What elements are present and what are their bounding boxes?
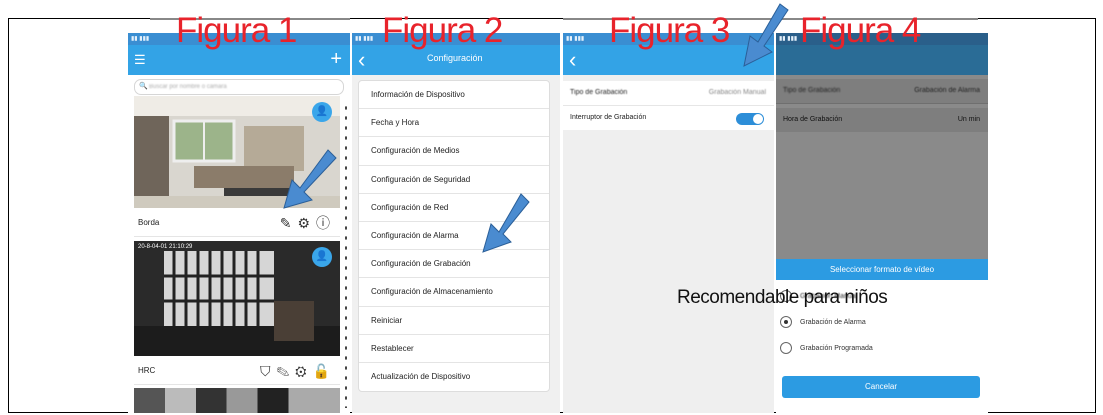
arrow-icon <box>482 193 530 253</box>
camera-thumbnail[interactable] <box>134 388 340 413</box>
shield-icon[interactable]: ⛉ <box>260 363 277 379</box>
camera-name: HRC <box>138 366 156 375</box>
back-icon[interactable]: ‹ <box>569 47 576 73</box>
screen-recording-config: ▮▮ ▮▮▮ ‹ Tipo de Grabación Grabación Man… <box>563 33 774 413</box>
setting-label: Hora de Grabación <box>783 116 843 123</box>
edit-icon[interactable]: ✎ <box>276 363 295 379</box>
camera-user-icon[interactable]: 👤 <box>312 247 332 267</box>
menu-item[interactable]: Configuración de Almacenamiento <box>359 278 549 307</box>
option-label: Grabación Programada <box>800 345 873 352</box>
setting-row[interactable]: Tipo de Grabación Grabación Manual <box>563 81 774 106</box>
screen-camera-list: ▮▮ ▮▮▮ ☰ + 🔍 Buscar por nombre o cámara … <box>128 33 350 413</box>
figure-label: Figura 3 <box>609 11 730 50</box>
arrow-icon <box>283 149 337 209</box>
setting-value: Grabación de Alarma <box>914 87 980 94</box>
setting-row: Interruptor de Grabación <box>563 106 774 130</box>
menu-item[interactable]: Fecha y Hora <box>359 109 549 138</box>
gear-icon[interactable]: ⚙ <box>295 363 312 379</box>
search-placeholder: Buscar por nombre o cámara <box>149 84 227 90</box>
option-alarm[interactable]: Grabación de Alarma <box>780 315 866 331</box>
cancel-button[interactable]: Cancelar <box>782 376 980 398</box>
setting-label: Interruptor de Grabación <box>570 114 647 121</box>
annotation-text: Recomendable para niños <box>677 287 888 308</box>
scroll-indicator[interactable] <box>343 103 349 408</box>
figure-label: Figura 4 <box>800 11 921 50</box>
menu-item[interactable]: Configuración de Medios <box>359 137 549 166</box>
option-label: Grabación de Alarma <box>800 319 866 326</box>
setting-label: Tipo de Grabación <box>570 89 628 96</box>
setting-row[interactable]: Tipo de Grabación Grabación de Alarma <box>776 79 988 104</box>
menu-item[interactable]: Reiniciar <box>359 307 549 335</box>
option-scheduled[interactable]: Grabación Programada <box>780 341 873 357</box>
add-icon[interactable]: + <box>330 48 342 71</box>
figure-label: Figura 2 <box>382 11 503 50</box>
figure-label: Figura 1 <box>176 11 297 50</box>
arrow-icon <box>743 3 789 67</box>
camera-name: Borda <box>138 218 160 227</box>
sheet-title: Seleccionar formato de vídeo <box>776 259 988 280</box>
camera-row[interactable]: HRC ⛉✎⚙🔓 <box>134 358 340 385</box>
camera-timestamp: 20-8-04-01 21:10:29 <box>138 244 193 250</box>
menu-item[interactable]: Restablecer <box>359 335 549 363</box>
setting-row[interactable]: Hora de Grabación Un min <box>776 108 988 132</box>
setting-label: Tipo de Grabación <box>783 87 841 94</box>
setting-value: Grabación Manual <box>708 89 766 96</box>
menu-item[interactable]: Información de Dispositivo <box>359 81 549 110</box>
camera-thumbnail[interactable]: 20-8-04-01 21:10:29 👤 <box>134 241 340 356</box>
setting-value: Un min <box>957 116 980 123</box>
menu-item[interactable]: Actualización de Dispositivo <box>359 363 549 391</box>
screen-recording-type: ▮▮ ▮▮▮ Tipo de Grabación Grabación de Al… <box>776 33 988 413</box>
search-icon: 🔍 <box>139 83 148 90</box>
recording-toggle[interactable] <box>736 113 764 125</box>
menu-icon[interactable]: ☰ <box>134 52 146 68</box>
radio-icon[interactable] <box>780 342 792 355</box>
search-input[interactable]: 🔍 Buscar por nombre o cámara <box>134 79 344 95</box>
radio-selected-icon[interactable] <box>780 316 792 329</box>
lock-icon[interactable]: 🔓 <box>313 363 336 379</box>
camera-user-icon[interactable]: 👤 <box>312 102 332 122</box>
back-icon[interactable]: ‹ <box>358 47 365 73</box>
menu-item[interactable]: Configuración de Seguridad <box>359 166 549 194</box>
page-title: Configuración <box>427 53 483 63</box>
